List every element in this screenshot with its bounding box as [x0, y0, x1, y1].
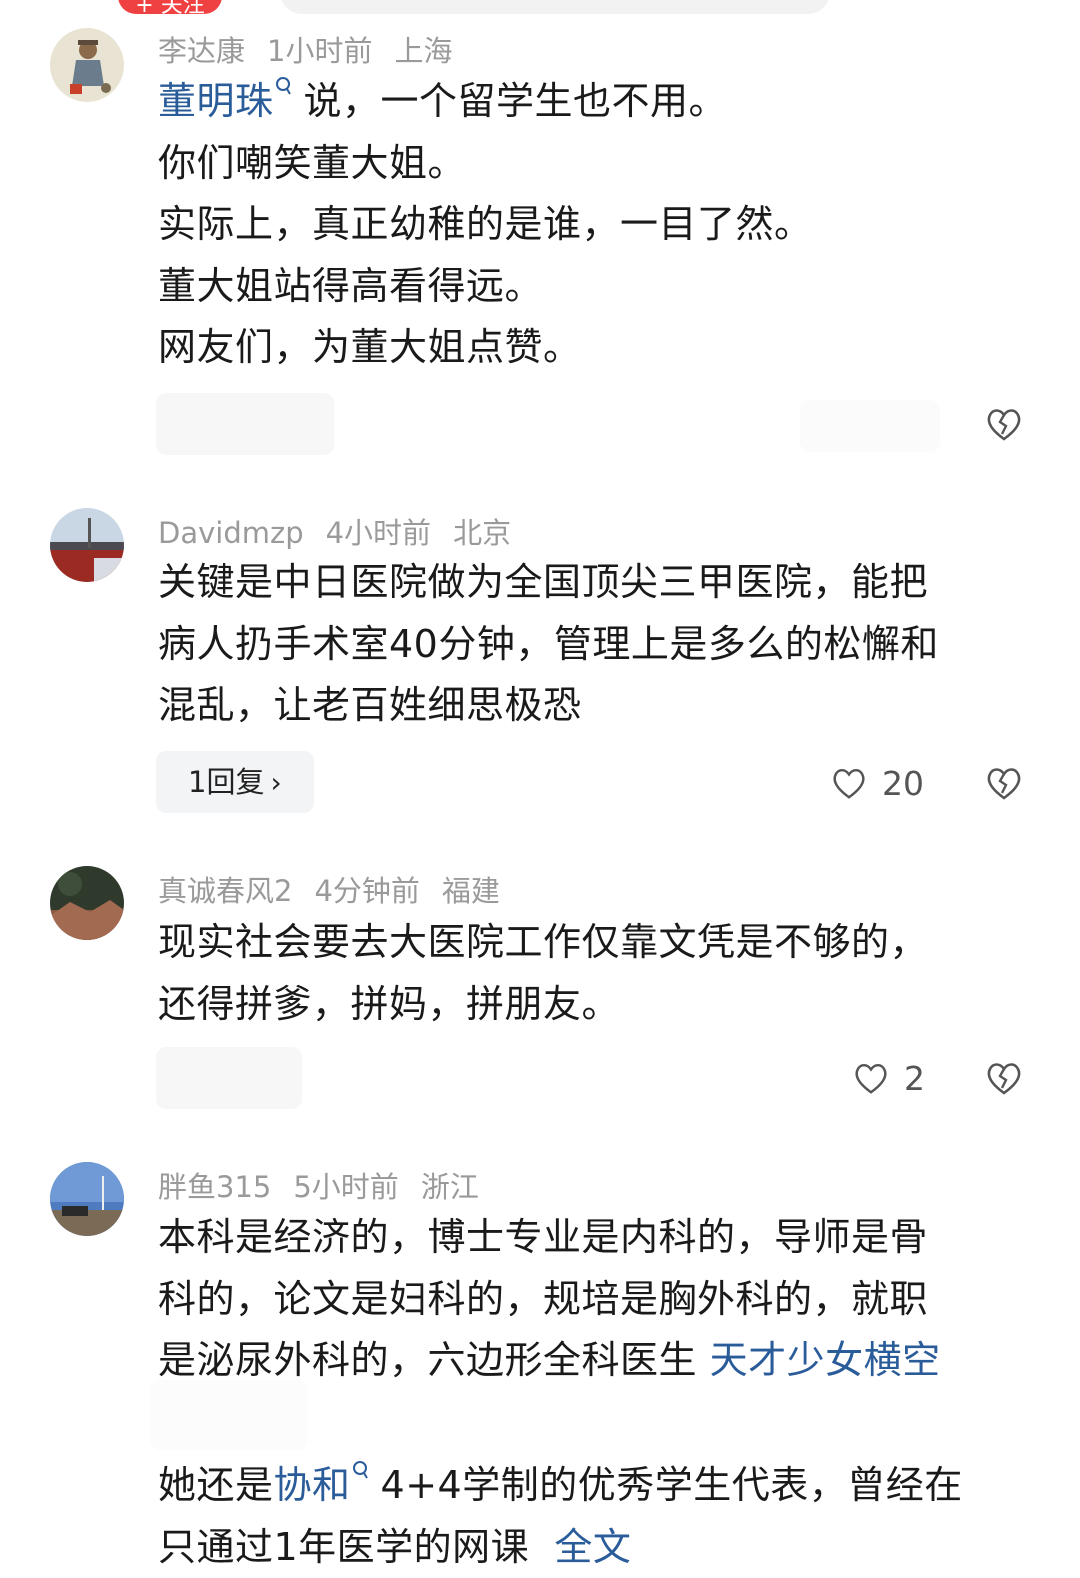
reply-label: 1回复: [188, 765, 264, 799]
comment-line: 实际上，真正幼稚的是谁，一目了然。: [158, 194, 1038, 256]
location: 福建: [442, 874, 500, 908]
comment-meta: Davidmzp 4小时前北京: [158, 510, 533, 552]
reply-pill-blank[interactable]: [156, 393, 334, 455]
avatar[interactable]: [50, 1162, 124, 1236]
comment-line: 病人扔手术室40分钟，管理上是多么的松懈和: [158, 614, 1038, 676]
topic-link[interactable]: 天才少女横空: [710, 1338, 941, 1382]
timestamp: 1小时前: [267, 34, 372, 68]
dislike-icon[interactable]: [984, 404, 1024, 444]
comment-text: 本科是经济的，博士专业是内科的，导师是骨 科的，论文是妇科的，规培是胸外科的，就…: [158, 1207, 1038, 1392]
comment-item: 真诚春风2 4分钟前福建 现实社会要去大医院工作仅靠文凭是不够的， 还得拼爹，拼妈…: [0, 840, 1080, 1140]
search-icon: [274, 75, 292, 99]
heart-icon: [830, 764, 868, 802]
comment-line: 董大姐站得高看得远。: [158, 256, 1038, 318]
comment-line: 混乱，让老百姓细思极恐: [158, 675, 1038, 737]
dislike-icon[interactable]: [984, 763, 1024, 803]
dislike-icon[interactable]: [984, 1058, 1024, 1098]
username[interactable]: 胖鱼315: [158, 1170, 271, 1204]
like-area-blank[interactable]: [800, 400, 940, 452]
username[interactable]: 李达康: [158, 34, 245, 68]
comment-text: 董明珠说，一个留学生也不用。 你们嘲笑董大姐。 实际上，真正幼稚的是谁，一目了然…: [158, 71, 1038, 379]
location: 北京: [453, 516, 511, 550]
comment-item: Davidmzp 4小时前北京 关键是中日医院做为全国顶尖三甲医院，能把 病人扔手…: [0, 480, 1080, 840]
comment-item: 李达康 1小时前上海 董明珠说，一个留学生也不用。 你们嘲笑董大姐。 实际上，真正…: [0, 0, 1080, 480]
comment-line: 现实社会要去大医院工作仅靠文凭是不够的，: [158, 912, 1038, 974]
location: 浙江: [421, 1170, 479, 1204]
location: 上海: [394, 34, 452, 68]
avatar[interactable]: [50, 28, 124, 102]
comment-meta: 李达康 1小时前上海: [158, 28, 474, 70]
like-button[interactable]: 20: [830, 759, 924, 807]
timestamp: 4小时前: [326, 516, 431, 550]
comment-text-continued: 她还是协和4+4学制的优秀学生代表，曾经在 只通过1年医学的网课 全文: [158, 1455, 1038, 1578]
search-icon: [351, 1459, 369, 1483]
comment-line: 只通过1年医学的网课 全文: [158, 1517, 1038, 1578]
like-count: 20: [882, 764, 924, 803]
mention-link[interactable]: 协和: [274, 1463, 351, 1507]
reply-pill-blank[interactable]: [156, 1047, 302, 1109]
like-count: 2: [904, 1059, 925, 1098]
image-placeholder: [150, 1380, 308, 1450]
mention-link[interactable]: 董明珠: [158, 79, 274, 123]
comment-text: 关键是中日医院做为全国顶尖三甲医院，能把 病人扔手术室40分钟，管理上是多么的松…: [158, 552, 1038, 737]
comment-text: 现实社会要去大医院工作仅靠文凭是不够的， 还得拼爹，拼妈，拼朋友。: [158, 912, 1038, 1035]
avatar[interactable]: [50, 866, 124, 940]
comment-meta: 真诚春风2 4分钟前福建: [158, 868, 522, 910]
comment-item: 胖鱼315 5小时前浙江 本科是经济的，博士专业是内科的，导师是骨 科的，论文是妇…: [0, 1140, 1080, 1555]
comment-line: 你们嘲笑董大姐。: [158, 133, 1038, 195]
comment-line: 网友们，为董大姐点赞。: [158, 317, 1038, 379]
chevron-right-icon: ›: [270, 752, 281, 814]
username[interactable]: 真诚春风2: [158, 874, 292, 908]
comment-line: 科的，论文是妇科的，规培是胸外科的，就职: [158, 1269, 1038, 1331]
heart-icon: [852, 1059, 890, 1097]
reply-button[interactable]: 1回复›: [156, 751, 314, 813]
comment-line: 她还是协和4+4学制的优秀学生代表，曾经在: [158, 1455, 1038, 1517]
like-button[interactable]: 2: [852, 1054, 925, 1102]
timestamp: 4分钟前: [314, 874, 419, 908]
comment-line: 关键是中日医院做为全国顶尖三甲医院，能把: [158, 552, 1038, 614]
username[interactable]: Davidmzp: [158, 516, 304, 550]
timestamp: 5小时前: [293, 1170, 398, 1204]
comment-line: 还得拼爹，拼妈，拼朋友。: [158, 974, 1038, 1036]
comment-meta: 胖鱼315 5小时前浙江: [158, 1164, 501, 1206]
avatar[interactable]: [50, 508, 124, 582]
comment-line: 本科是经济的，博士专业是内科的，导师是骨: [158, 1207, 1038, 1269]
expand-full-text-link[interactable]: 全文: [554, 1525, 631, 1569]
comment-line: 董明珠说，一个留学生也不用。: [158, 71, 1038, 133]
